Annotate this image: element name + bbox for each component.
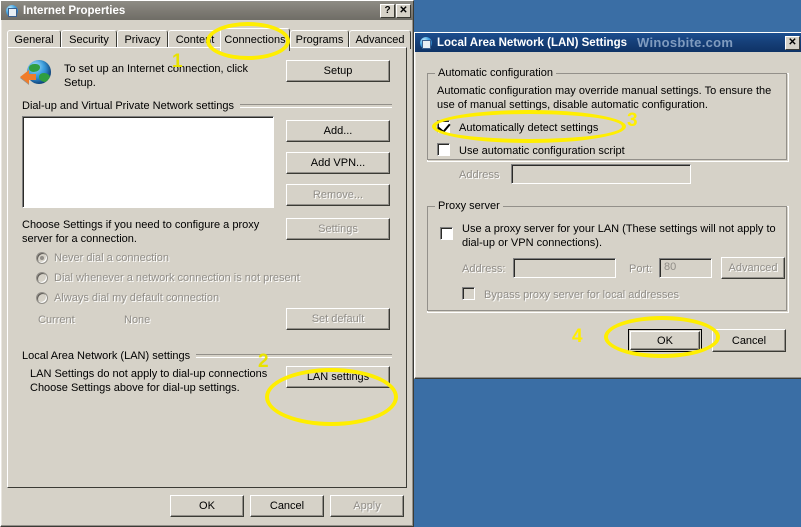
tab-label: Connections — [224, 34, 286, 46]
cancel-button[interactable]: Cancel — [250, 495, 324, 517]
lan-group-label: Local Area Network (LAN) settings — [22, 350, 191, 362]
radio-never-dial-label: Never dial a connection — [54, 252, 169, 264]
dialup-connections-list[interactable] — [22, 116, 274, 208]
tab-label: Security — [69, 34, 109, 46]
radio-dial-when-no-network-label: Dial whenever a network connection is no… — [54, 272, 300, 284]
close-icon[interactable]: ✕ — [785, 35, 800, 50]
connections-tab-page: To set up an Internet connection, click … — [7, 47, 407, 488]
current-value: None — [124, 314, 151, 326]
radio-always-dial-default[interactable] — [36, 292, 48, 304]
automatic-configuration-description-line2: use of manual settings, disable automati… — [437, 99, 708, 111]
lan-hint-line2: Choose Settings above for dial-up settin… — [30, 382, 240, 394]
dialup-group-separator: Dial-up and Virtual Private Network sett… — [22, 100, 392, 112]
auto-detect-settings-label: Automatically detect settings — [459, 122, 599, 134]
watermark: Winosbite.com — [637, 35, 734, 50]
lan-settings-button[interactable]: LAN settings — [286, 366, 390, 388]
radio-never-dial[interactable] — [36, 252, 48, 264]
lan-group-separator: Local Area Network (LAN) settings — [22, 350, 392, 362]
dialup-group-label: Dial-up and Virtual Private Network sett… — [22, 100, 234, 112]
proxy-address-input[interactable] — [513, 258, 616, 278]
advanced-button[interactable]: Advanced — [721, 257, 785, 279]
bypass-proxy-checkbox[interactable] — [462, 287, 475, 300]
radio-dial-when-no-network[interactable] — [36, 272, 48, 284]
remove-button[interactable]: Remove... — [286, 184, 390, 206]
tab-label: Advanced — [355, 34, 405, 46]
help-button[interactable]: ? — [380, 3, 395, 18]
tab-label: Content — [175, 34, 215, 46]
use-proxy-server-checkbox[interactable] — [440, 227, 453, 240]
tab-label: Privacy — [124, 34, 161, 46]
internet-properties-titlebar[interactable]: Internet Properties ? ✕ — [1, 1, 413, 20]
script-address-input[interactable] — [511, 164, 691, 184]
add-vpn-button[interactable]: Add VPN... — [286, 152, 390, 174]
tab-label: Programs — [295, 34, 344, 46]
proxy-hint-text: Choose Settings if you need to configure… — [22, 219, 260, 245]
lan-settings-title: Local Area Network (LAN) Settings — [437, 36, 627, 49]
proxy-port-value: 80 — [664, 261, 677, 273]
current-label: Current — [38, 314, 75, 326]
lan-settings-window: Local Area Network (LAN) Settings Winosb… — [414, 32, 801, 379]
tab-label: General — [14, 34, 54, 46]
lan-cancel-button[interactable]: Cancel — [712, 329, 786, 352]
use-config-script-checkbox[interactable] — [437, 143, 450, 156]
settings-button[interactable]: Settings — [286, 218, 390, 240]
globe-document-icon — [5, 4, 19, 18]
proxy-address-label: Address: — [462, 263, 506, 275]
add-button[interactable]: Add... — [286, 120, 390, 142]
automatic-configuration-group-label: Automatic configuration — [435, 67, 556, 79]
tabstrip: General Security Privacy Content Connect… — [7, 28, 411, 51]
script-address-label: Address — [459, 169, 500, 181]
globe-document-icon — [419, 36, 433, 50]
close-icon[interactable]: ✕ — [396, 3, 411, 18]
internet-properties-window: Internet Properties ? ✕ General Security… — [0, 0, 414, 527]
setup-button[interactable]: Setup — [286, 60, 390, 82]
setup-description: To set up an Internet connection, click … — [64, 63, 249, 89]
globe-with-arrow-icon — [20, 58, 52, 90]
use-proxy-server-label-line1: Use a proxy server for your LAN (These s… — [462, 223, 776, 235]
radio-always-dial-default-label: Always dial my default connection — [54, 292, 220, 304]
lan-ok-label: OK — [657, 334, 673, 347]
use-proxy-server-label-line2: dial-up or VPN connections). — [462, 237, 603, 249]
apply-button[interactable]: Apply — [330, 495, 404, 517]
proxy-port-label: Port: — [629, 263, 653, 275]
lan-hint-line1: LAN Settings do not apply to dial-up con… — [30, 368, 268, 380]
bypass-proxy-label: Bypass proxy server for local addresses — [484, 289, 680, 301]
auto-detect-settings-checkbox[interactable] — [437, 119, 451, 134]
proxy-server-group-label: Proxy server — [435, 200, 503, 212]
proxy-port-input[interactable]: 80 — [659, 258, 712, 278]
use-config-script-label: Use automatic configuration script — [459, 145, 625, 157]
tab-connections[interactable]: Connections — [220, 28, 290, 51]
ok-button[interactable]: OK — [170, 495, 244, 517]
internet-properties-title: Internet Properties — [23, 4, 126, 17]
lan-ok-button[interactable]: OK — [628, 329, 702, 352]
lan-settings-titlebar[interactable]: Local Area Network (LAN) Settings Winosb… — [415, 33, 801, 52]
automatic-configuration-description-line1: Automatic configuration may override man… — [437, 85, 772, 97]
set-default-button[interactable]: Set default — [286, 308, 390, 330]
